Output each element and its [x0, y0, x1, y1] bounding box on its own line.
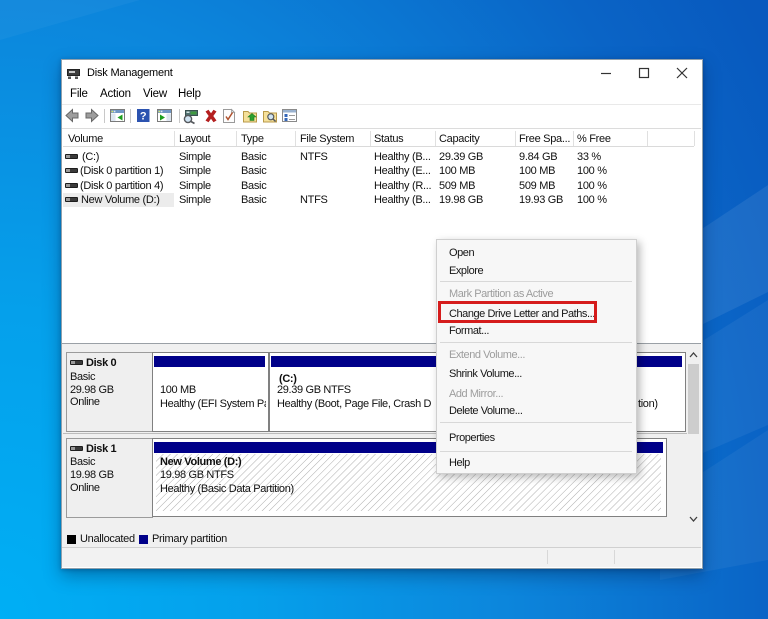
svg-text:?: ? [140, 111, 147, 123]
